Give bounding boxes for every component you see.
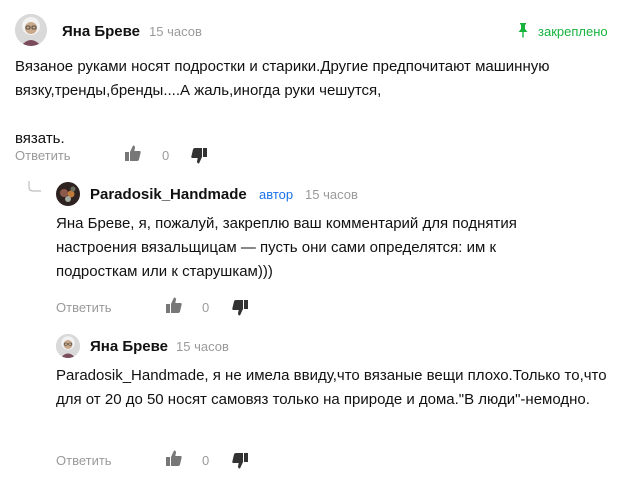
comment-time: 15 часов <box>176 339 229 354</box>
thumbs-down-icon[interactable] <box>231 299 249 317</box>
avatar[interactable] <box>56 182 80 206</box>
comment-time: 15 часов <box>305 187 358 202</box>
grandma-avatar-icon <box>15 14 47 46</box>
comment-time: 15 часов <box>149 24 202 39</box>
thumbs-up-icon[interactable] <box>165 296 183 314</box>
thumbs-down-icon[interactable] <box>231 452 249 470</box>
reply-button[interactable]: Ответить <box>15 148 71 163</box>
thumbs-down-icon[interactable] <box>190 147 208 165</box>
reply-button[interactable]: Ответить <box>56 453 112 468</box>
like-count: 0 <box>162 148 170 163</box>
comment-author[interactable]: Paradosik_Handmade <box>90 186 247 203</box>
pin-icon <box>518 23 528 38</box>
like-count: 0 <box>202 300 210 315</box>
avatar[interactable] <box>15 14 47 46</box>
avatar[interactable] <box>56 334 80 358</box>
thumbs-up-icon[interactable] <box>124 144 142 162</box>
comment-text: Яна Бреве, я, пожалуй, закреплю ваш комм… <box>56 215 522 280</box>
thumbs-up-icon[interactable] <box>165 449 183 467</box>
comment-author[interactable]: Яна Бреве <box>90 338 168 355</box>
reply-button[interactable]: Ответить <box>56 300 112 315</box>
grandma-avatar-icon <box>56 334 80 358</box>
like-count: 0 <box>202 453 210 468</box>
comment-author[interactable]: Яна Бреве <box>62 23 140 40</box>
author-badge: автор <box>259 187 294 202</box>
comment-text: Paradosik_Handmade, я не имела ввиду,что… <box>56 367 611 408</box>
reply-branch-icon <box>28 181 41 192</box>
comment-text: Вязаное руками носят подростки и старики… <box>15 58 550 147</box>
channel-avatar-icon <box>56 182 80 206</box>
pinned-label: закреплено <box>538 24 608 39</box>
